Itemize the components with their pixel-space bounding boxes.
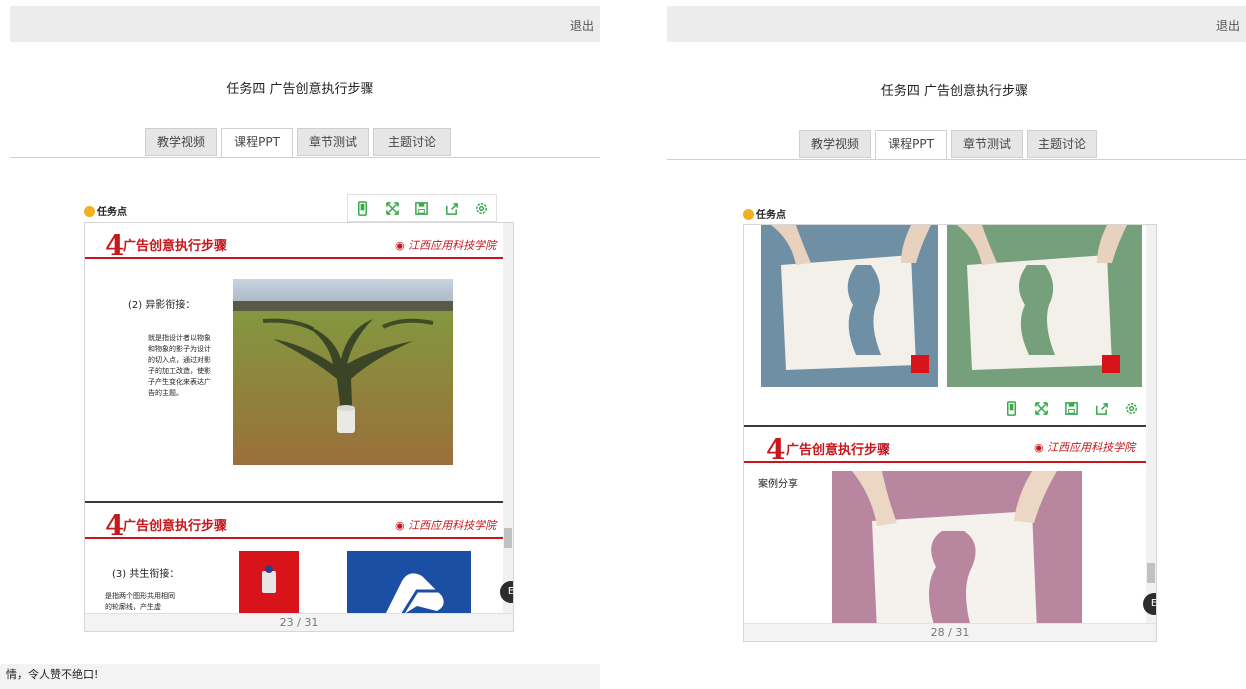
tab-bar: 教学视频 课程PPT 章节测试 主题讨论 <box>145 128 465 158</box>
green-poster-image <box>947 225 1142 387</box>
tab-chapter-test[interactable]: 章节测试 <box>297 128 369 156</box>
top-bar: 退出 <box>10 6 600 42</box>
taskpoint-label: 任务点 <box>743 206 786 221</box>
save-icon[interactable] <box>1056 395 1086 421</box>
tab-bar: 教学视频 课程PPT 章节测试 主题讨论 <box>799 130 1119 160</box>
viewer-scrollbar[interactable] <box>503 223 513 615</box>
scrollbar-thumb[interactable] <box>504 528 512 548</box>
logout-link[interactable]: 退出 <box>570 17 594 34</box>
slide-title: 广告创意执行步骤 <box>786 443 891 458</box>
viewer-scrollbar[interactable] <box>1146 225 1156 625</box>
logout-link[interactable]: 退出 <box>1216 17 1240 34</box>
slide-28: 4 广告创意执行步骤 ◉ 江西应用科技学院 案例分享 <box>744 427 1146 631</box>
tab-teaching-video[interactable]: 教学视频 <box>799 130 871 158</box>
slide-subtitle: (3) 共生衔接： <box>112 569 180 580</box>
case-share-label: 案例分享 <box>758 479 798 490</box>
tree-shadow-photo <box>233 279 453 465</box>
blue-poster-image <box>761 225 938 387</box>
left-pane: 退出 任务四 广告创意执行步骤 教学视频 课程PPT 章节测试 主题讨论 任务点… <box>0 0 600 689</box>
slide-title: 广告创意执行步骤 <box>123 519 228 534</box>
tab-topic-discussion[interactable]: 主题讨论 <box>1027 130 1097 158</box>
slide-23: 4 广告创意执行步骤 ◉ 江西应用科技学院 (2) 异影衔接： 就是指设计者以物… <box>85 223 503 501</box>
save-icon[interactable] <box>407 195 437 221</box>
fullscreen-icon[interactable] <box>1026 395 1056 421</box>
scrollbar-thumb[interactable] <box>1147 563 1155 583</box>
school-logo: ◉ 江西应用科技学院 <box>395 239 497 252</box>
tab-course-ppt[interactable]: 课程PPT <box>875 130 947 160</box>
page-indicator: 28 / 31 <box>744 623 1156 641</box>
pink-poster-image <box>832 471 1082 631</box>
taskpoint-label: 任务点 <box>84 203 127 218</box>
page-indicator: 23 / 31 <box>85 613 513 631</box>
tab-topic-discussion[interactable]: 主题讨论 <box>373 128 451 156</box>
phone-icon[interactable] <box>348 195 378 221</box>
school-logo: ◉ 江西应用科技学院 <box>1034 441 1136 454</box>
ppt-viewer[interactable]: 4 广告创意执行步骤 ◉ 江西应用科技学院 案例分享 E 28 / 31 <box>743 224 1157 642</box>
slide-body: 是指两个图形共用相同的轮廓线，产生虚 <box>105 592 175 611</box>
tab-teaching-video[interactable]: 教学视频 <box>145 128 217 156</box>
school-logo: ◉ 江西应用科技学院 <box>395 519 497 532</box>
slide-24: 4 广告创意执行步骤 ◉ 江西应用科技学院 (3) 共生衔接： 是指两个图形共用… <box>85 503 503 631</box>
slide-red-rule <box>85 257 503 259</box>
taskpoint-dot-icon <box>743 209 754 220</box>
viewer-toolbar <box>996 395 1146 423</box>
page-title: 任务四 广告创意执行步骤 <box>226 82 374 97</box>
tab-chapter-test[interactable]: 章节测试 <box>951 130 1023 158</box>
settings-icon[interactable] <box>466 195 496 221</box>
slide-title: 广告创意执行步骤 <box>123 239 228 254</box>
slide-red-rule <box>85 537 503 539</box>
tab-divider <box>667 159 1246 160</box>
share-icon[interactable] <box>437 195 467 221</box>
share-icon[interactable] <box>1086 395 1116 421</box>
slide-red-rule <box>744 461 1146 463</box>
phone-icon[interactable] <box>996 395 1026 421</box>
taskpoint-dot-icon <box>84 206 95 217</box>
top-bar: 退出 <box>667 6 1246 42</box>
settings-icon[interactable] <box>1116 395 1146 421</box>
viewer-toolbar <box>347 194 497 222</box>
ppt-viewer[interactable]: 4 广告创意执行步骤 ◉ 江西应用科技学院 (2) 异影衔接： 就是指设计者以物… <box>84 222 514 632</box>
fullscreen-icon[interactable] <box>378 195 408 221</box>
slide-body: 就是指设计者以物象和物象的影子为设计的切入点，通过对影子的加工改造，使影子产生变… <box>148 334 211 397</box>
tab-divider <box>10 157 600 158</box>
page-title: 任务四 广告创意执行步骤 <box>880 84 1029 99</box>
slide-subtitle: (2) 异影衔接： <box>128 300 196 311</box>
tab-course-ppt[interactable]: 课程PPT <box>221 128 293 158</box>
right-pane: 退出 任务四 广告创意执行步骤 教学视频 课程PPT 章节测试 主题讨论 任务点 <box>663 0 1246 689</box>
comment-snippet: 情，令人赞不绝口! <box>0 664 600 689</box>
